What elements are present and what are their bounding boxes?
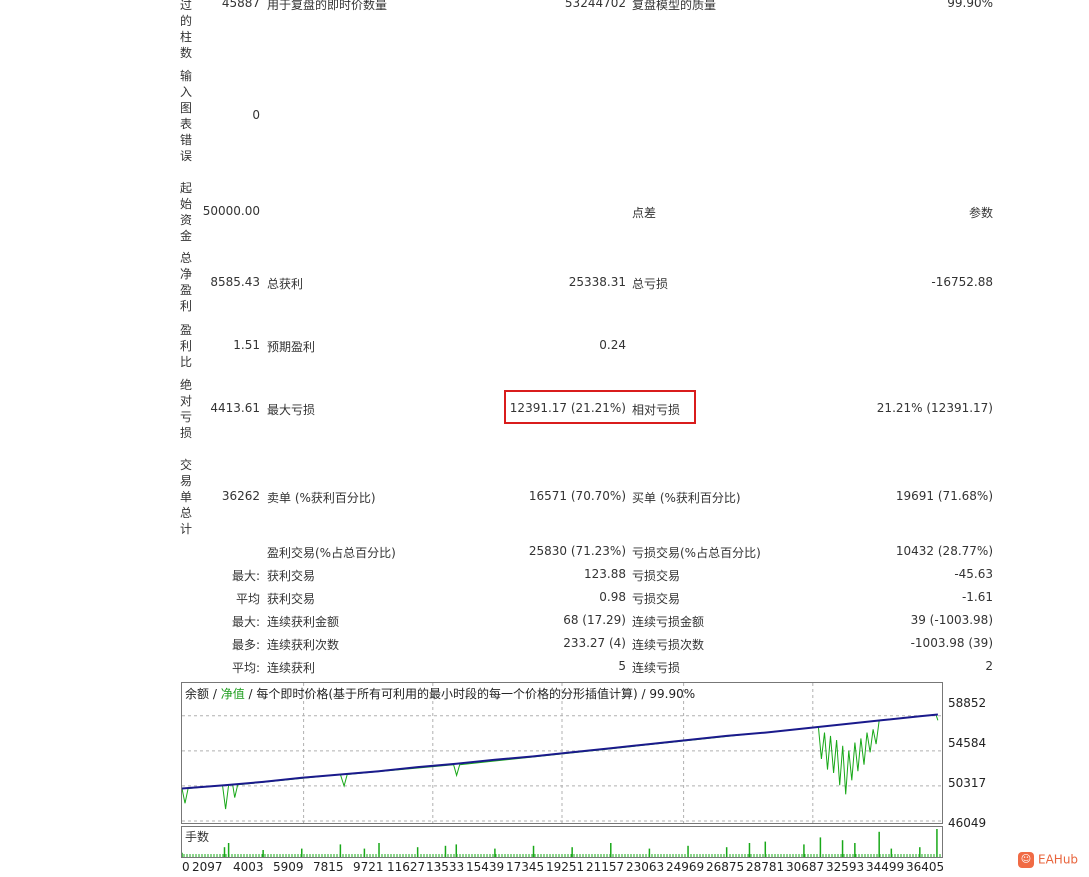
chart-title-model: / 每个即时价格(基于所有可利用的最小时段的每一个价格的分形插值计算) / 99… <box>244 687 696 701</box>
x-tick-8: 15439 <box>466 860 505 874</box>
consecutive-losses-count-value: -1003.98 (39) <box>910 636 993 650</box>
total-trades-value: 36262 <box>221 489 260 503</box>
x-tick-1: 2097 <box>192 860 223 874</box>
long-positions-value: 19691 (71.68%) <box>895 489 993 503</box>
chart-errors-value: 0 <box>252 108 260 122</box>
x-tick-10: 19251 <box>546 860 585 874</box>
chart-title-balance: 余额 <box>185 687 210 701</box>
x-tick-14: 26875 <box>706 860 745 874</box>
consecutive-wins-count-value: 233.27 (4) <box>563 636 626 650</box>
x-tick-5: 9721 <box>353 860 384 874</box>
gross-profit-label: 总获利 <box>267 277 304 291</box>
row-partial-label2: 复盘模型的质量 <box>632 0 717 12</box>
largest-loss-value: -45.63 <box>954 567 993 581</box>
x-tick-12: 23063 <box>626 860 665 874</box>
average-profit-label: 获利交易 <box>267 592 316 606</box>
highlight-box <box>504 390 696 424</box>
x-tick-0: 0 <box>182 860 190 874</box>
maximum-prefix: 最大: <box>231 615 260 629</box>
expected-payoff-value: 0.24 <box>599 338 626 352</box>
x-tick-4: 7815 <box>313 860 344 874</box>
x-tick-13: 24969 <box>666 860 705 874</box>
x-tick-18: 34499 <box>866 860 905 874</box>
largest-profit-label: 获利交易 <box>267 569 316 583</box>
row-partial-value: 45887 <box>221 0 260 10</box>
largest-profit-value: 123.88 <box>584 567 626 581</box>
loss-trades-value: 10432 (28.77%) <box>895 544 993 558</box>
absolute-drawdown-value: 4413.61 <box>210 401 260 415</box>
x-tick-16: 30687 <box>786 860 825 874</box>
side-label-bars: 过的柱数 <box>179 0 192 60</box>
volume-label: 手数 <box>185 830 210 844</box>
eahub-logo-text: EAHub <box>1038 852 1079 867</box>
consecutive-wins-amount-value: 68 (17.29) <box>563 613 626 627</box>
spread-label: 点差 <box>632 206 657 220</box>
consecutive-losses-amount-value: 39 (-1003.98) <box>910 613 993 627</box>
x-tick-17: 32593 <box>826 860 865 874</box>
consecutive-losses-amount-label: 连续亏损金额 <box>632 615 705 629</box>
x-tick-11: 21157 <box>586 860 625 874</box>
profit-trades-value: 25830 (71.23%) <box>528 544 626 558</box>
maximal-prefix: 最多: <box>231 638 260 652</box>
eahub-logo: ☺ EAHub <box>1018 852 1078 868</box>
avg-consecutive-wins-label: 连续获利 <box>267 661 316 675</box>
row-partial-right: 99.90% <box>947 0 993 10</box>
consecutive-losses-count-label: 连续亏损次数 <box>632 638 705 652</box>
chart-title: 余额 / 净值 / 每个即时价格(基于所有可利用的最小时段的每一个价格的分形插值… <box>185 685 695 702</box>
chart-title-separator: / <box>209 687 221 701</box>
max-drawdown-label: 最大亏损 <box>267 403 316 417</box>
x-tick-3: 5909 <box>273 860 304 874</box>
x-tick-6: 11627 <box>387 860 426 874</box>
gross-loss-value: -16752.88 <box>931 275 993 289</box>
profit-factor-value: 1.51 <box>233 338 260 352</box>
row-partial-mid: 53244702 <box>564 0 626 10</box>
average-profit-value: 0.98 <box>599 590 626 604</box>
row-partial-label: 用于复盘的即时价数量 <box>267 0 388 12</box>
y-tick-3: 46049 <box>948 816 987 830</box>
eahub-logo-icon: ☺ <box>1018 852 1034 868</box>
loss-trades-label: 亏损交易(%占总百分比) <box>632 546 761 560</box>
y-tick-2: 50317 <box>948 776 987 790</box>
relative-drawdown-value: 21.21% (12391.17) <box>876 401 993 415</box>
x-tick-15: 28781 <box>746 860 785 874</box>
x-tick-2: 4003 <box>233 860 264 874</box>
volume-chart <box>182 829 941 857</box>
short-positions-label: 卖单 (%获利百分比) <box>267 491 376 505</box>
initial-deposit-value: 50000.00 <box>202 204 260 218</box>
avg-consecutive-losses-value: 2 <box>985 659 993 673</box>
x-tick-9: 17345 <box>506 860 545 874</box>
x-tick-19: 36405 <box>906 860 945 874</box>
y-tick-1: 54584 <box>948 736 987 750</box>
avg-consecutive-prefix: 平均: <box>231 661 260 675</box>
short-positions-value: 16571 (70.70%) <box>528 489 626 503</box>
average-loss-label: 亏损交易 <box>632 592 681 606</box>
average-prefix: 平均 <box>235 592 260 606</box>
average-loss-value: -1.61 <box>961 590 993 604</box>
largest-loss-label: 亏损交易 <box>632 569 681 583</box>
equity-line <box>182 713 939 810</box>
balance-line <box>182 713 938 790</box>
chart-title-equity: 净值 <box>220 687 245 701</box>
avg-consecutive-wins-value: 5 <box>618 659 626 673</box>
profit-trades-label: 盈利交易(%占总百分比) <box>267 546 396 560</box>
expected-payoff-label: 预期盈利 <box>267 340 316 354</box>
avg-consecutive-losses-label: 连续亏损 <box>632 661 681 675</box>
largest-prefix: 最大: <box>231 569 260 583</box>
equity-chart <box>182 683 942 823</box>
long-positions-label: 买单 (%获利百分比) <box>632 491 741 505</box>
x-tick-7: 13533 <box>426 860 465 874</box>
gross-loss-label: 总亏损 <box>632 277 669 291</box>
net-profit-value: 8585.43 <box>210 275 260 289</box>
consecutive-wins-count-label: 连续获利次数 <box>267 638 340 652</box>
y-tick-0: 58852 <box>948 696 987 710</box>
consecutive-wins-amount-label: 连续获利金额 <box>267 615 340 629</box>
parameters-label: 参数 <box>968 206 993 220</box>
gross-profit-value: 25338.31 <box>568 275 626 289</box>
